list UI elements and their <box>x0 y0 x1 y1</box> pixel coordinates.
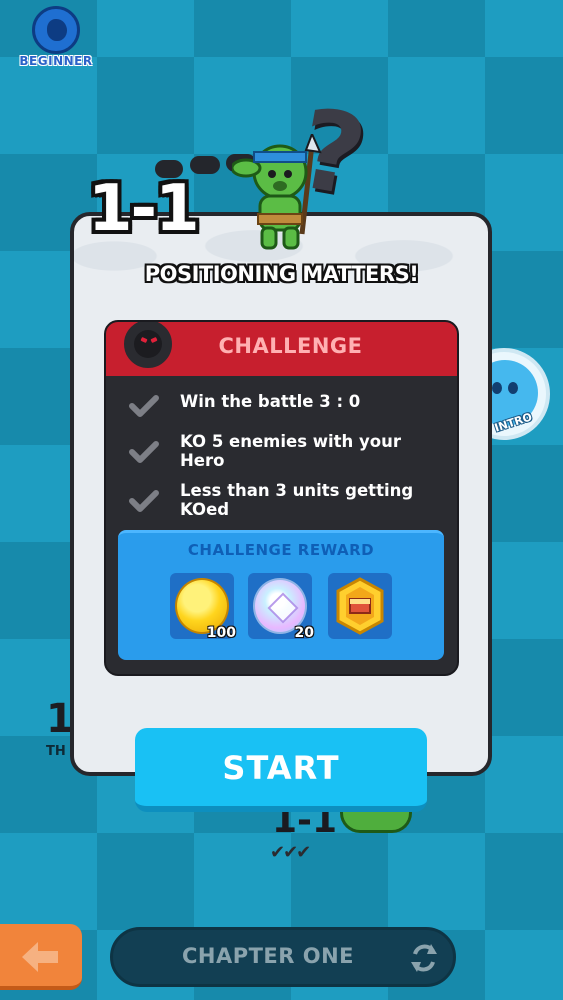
check-icon <box>129 441 159 463</box>
challenge-item: Less than 3 units getting KOed <box>106 481 457 519</box>
back-button[interactable] <box>0 924 82 990</box>
challenge-item-text: Win the battle 3 : 0 <box>180 392 361 411</box>
reward-slot[interactable]: 100 <box>170 573 236 641</box>
level-title: POSITIONING MATTERS! <box>144 262 419 286</box>
back-arrow-icon <box>22 942 58 972</box>
beginner-icon <box>32 6 80 54</box>
level-number: 1-1 <box>88 172 200 246</box>
check-icon <box>129 395 159 417</box>
badge-icon <box>336 577 384 635</box>
start-button[interactable]: START <box>135 728 427 812</box>
challenge-card: CHALLENGE Win the battle 3 : 0 KO 5 enem… <box>104 320 459 676</box>
difficulty-label: BEGINNER <box>19 54 93 68</box>
reward-title: CHALLENGE REWARD <box>187 541 375 559</box>
goblin-hero-icon <box>232 134 322 250</box>
reward-slot[interactable] <box>328 573 392 639</box>
challenge-title: CHALLENGE <box>218 334 363 358</box>
swap-icon[interactable] <box>409 942 439 974</box>
bg-level-subtext: TH <box>46 744 66 759</box>
challenge-item-text: KO 5 enemies with your Hero <box>180 432 402 470</box>
challenge-header: CHALLENGE <box>106 322 457 376</box>
chapter-selector[interactable]: CHAPTER ONE <box>110 927 456 987</box>
challenge-reward-box: CHALLENGE REWARD 100 20 <box>118 530 444 660</box>
difficulty-badge[interactable]: BEGINNER <box>18 6 94 72</box>
challenge-item: KO 5 enemies with your Hero <box>106 432 457 470</box>
check-icon <box>129 490 159 512</box>
bg-level-stars: ✔✔✔ <box>270 842 311 863</box>
challenge-item: Win the battle 3 : 0 <box>106 392 457 418</box>
chapter-label: CHAPTER ONE <box>181 944 355 968</box>
challenge-item-text: Less than 3 units getting KOed <box>180 481 414 519</box>
reward-qty: 20 <box>294 625 314 641</box>
reward-qty: 100 <box>206 625 236 641</box>
reward-slot[interactable]: 20 <box>248 573 314 641</box>
